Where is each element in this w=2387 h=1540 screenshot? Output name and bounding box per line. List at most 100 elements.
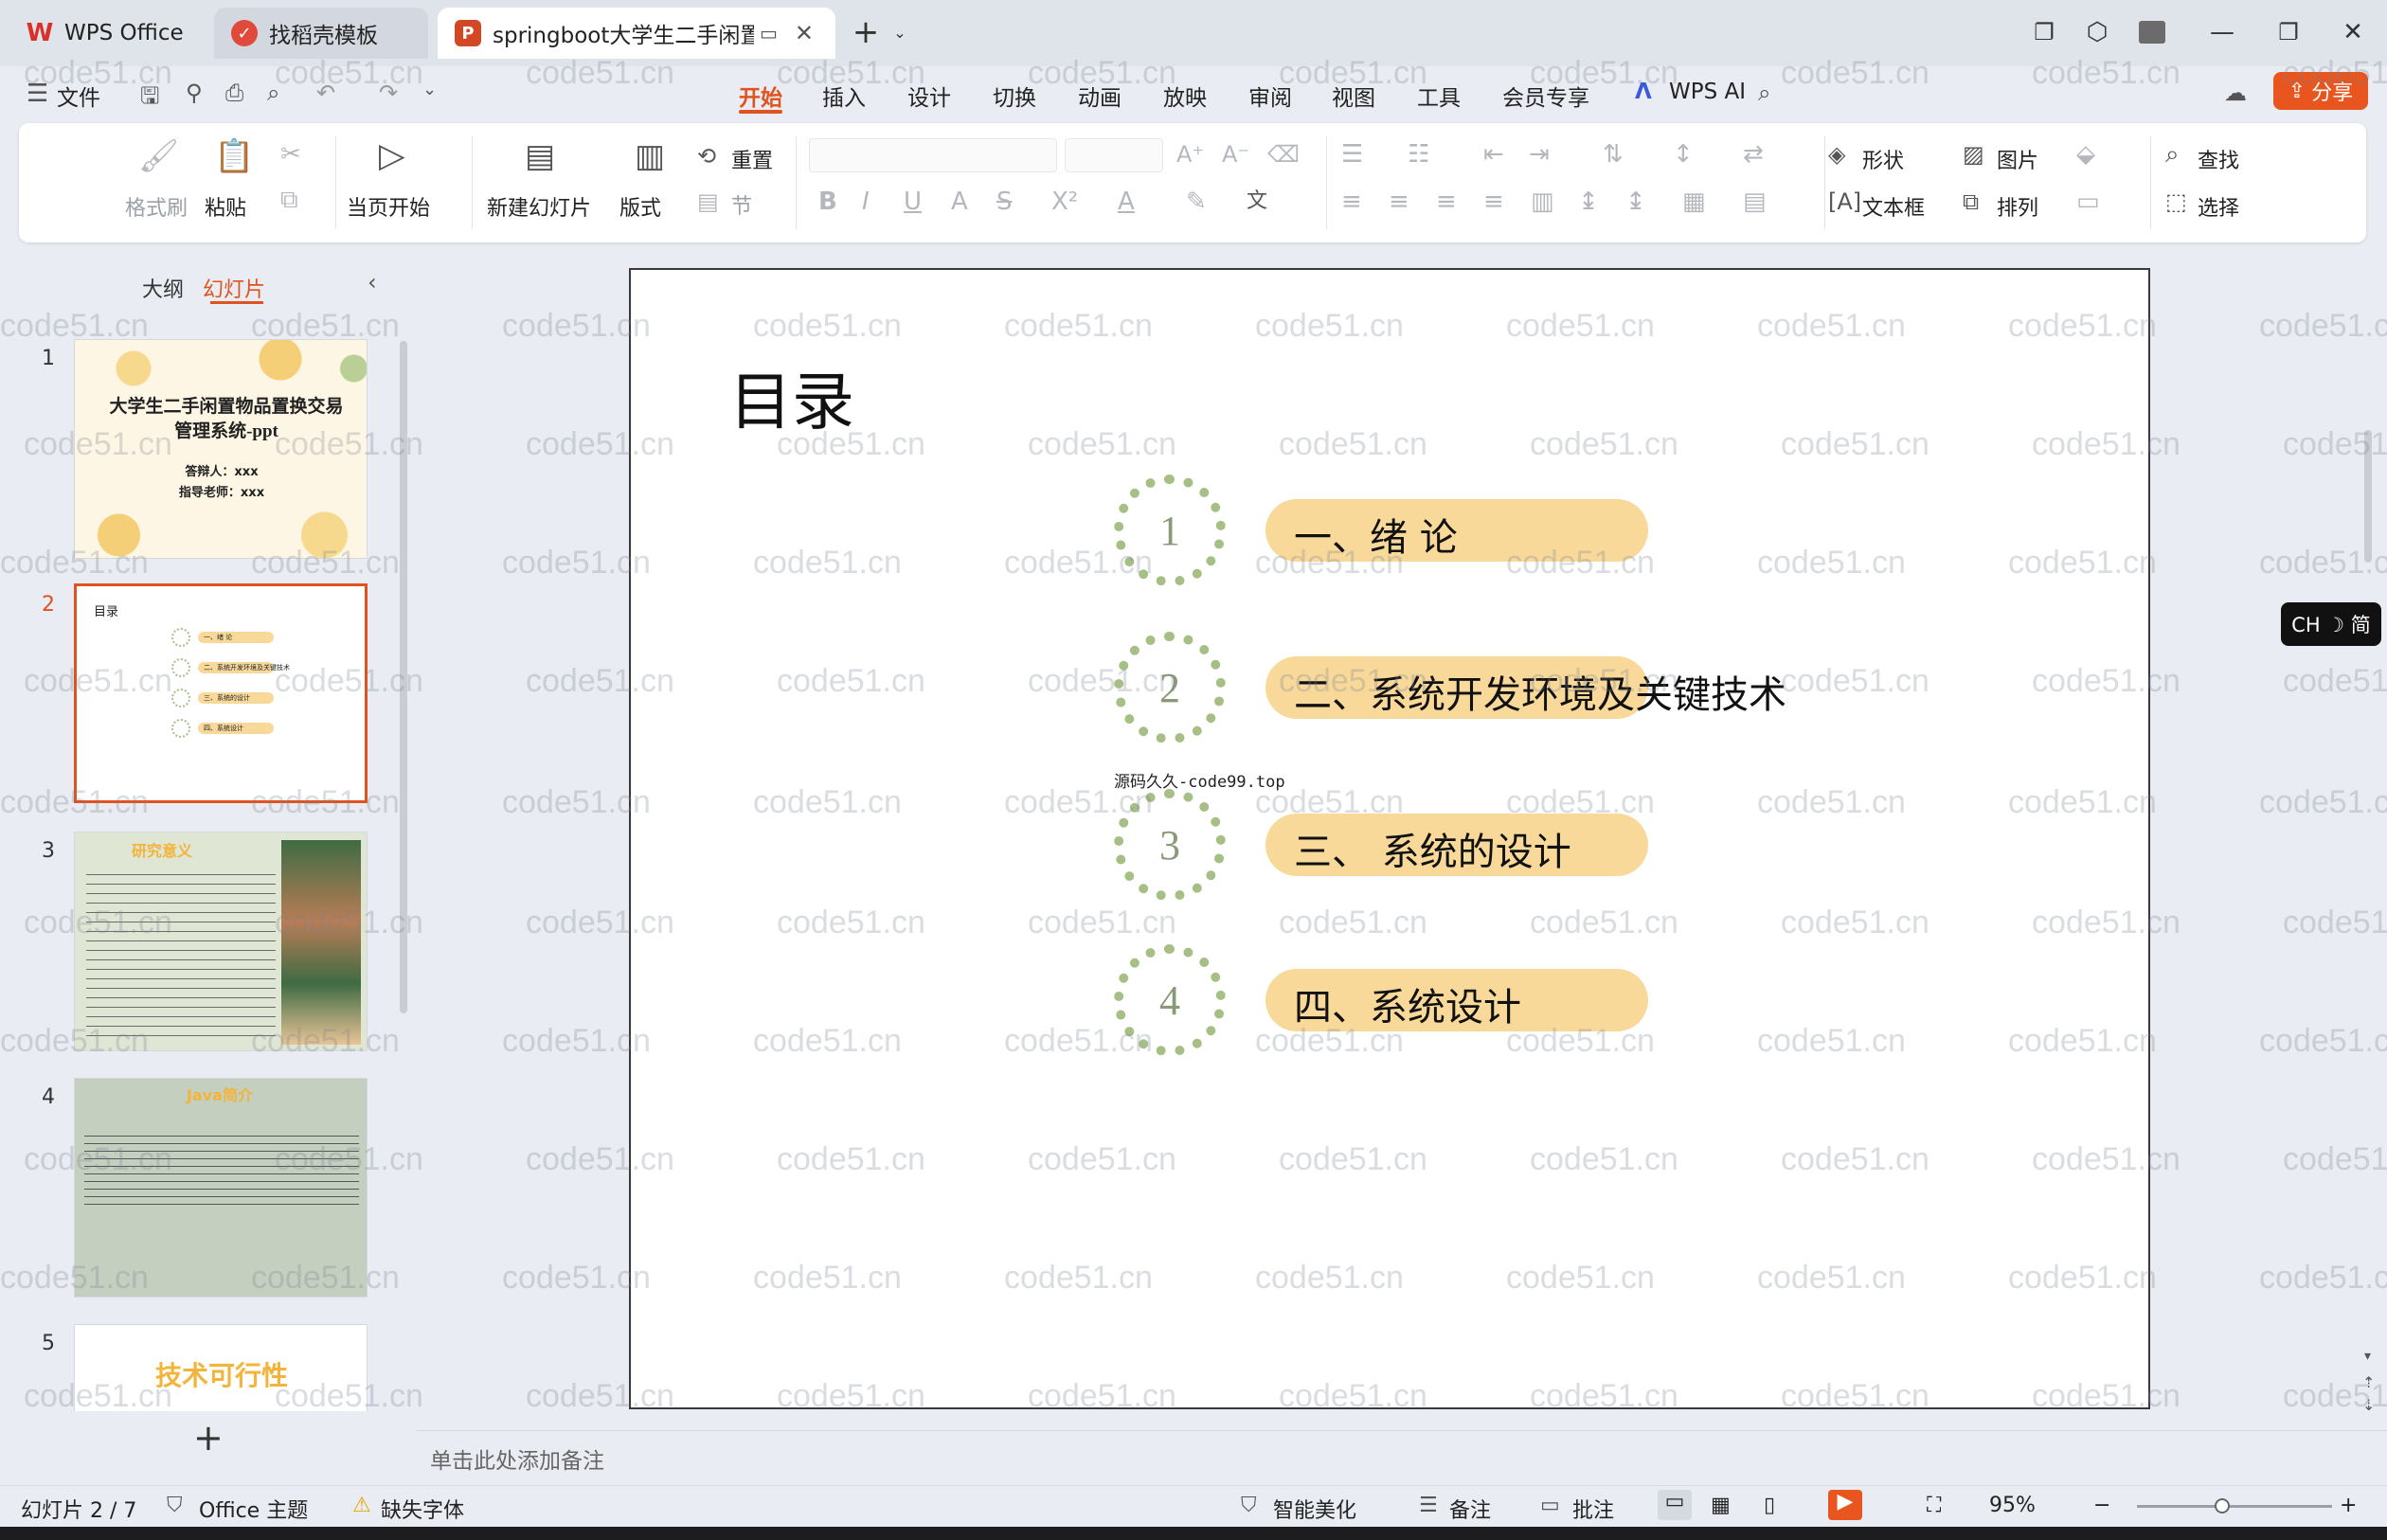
menu-home[interactable]: 开始 bbox=[739, 80, 782, 112]
slide-canvas[interactable]: 目录 1 一、绪 论 2 二、系统开发环境及关键技术 源码久久-code99.t… bbox=[629, 268, 2150, 1409]
chevron-down-icon[interactable]: ⌄ bbox=[422, 80, 437, 99]
clear-format-icon[interactable]: ⌫ bbox=[1267, 140, 1300, 169]
avatar[interactable] bbox=[2133, 13, 2171, 51]
select-button[interactable]: 选择 bbox=[2198, 191, 2239, 222]
print-preview-icon[interactable]: ⌕ bbox=[267, 80, 279, 106]
notes-placeholder[interactable]: 单击此处添加备注 bbox=[430, 1442, 604, 1475]
toc-item-1[interactable]: 一、绪 论 bbox=[1294, 507, 1458, 562]
outdent-icon[interactable]: ⇤ bbox=[1483, 140, 1504, 169]
picture-button[interactable]: 图片 bbox=[1997, 144, 2038, 174]
menu-transition[interactable]: 切换 bbox=[993, 80, 1036, 112]
numbered-list-icon[interactable]: ☷ bbox=[1408, 140, 1429, 169]
zoom-value[interactable]: 95% bbox=[1989, 1494, 2036, 1517]
textbox-button[interactable]: 文本框 bbox=[1862, 191, 1925, 222]
toc-item-4[interactable]: 四、系统设计 bbox=[1294, 976, 1521, 1031]
play-slideshow-icon[interactable]: ▶ bbox=[1828, 1490, 1862, 1520]
page-up-icon[interactable]: ⇡ bbox=[2362, 1373, 2375, 1391]
share-button[interactable]: ⇪ 分享 bbox=[2273, 72, 2368, 110]
tab-outline[interactable]: 大纲 bbox=[142, 273, 184, 303]
find-button[interactable]: 查找 bbox=[2198, 144, 2239, 174]
align-right-icon[interactable]: ≡ bbox=[1436, 188, 1457, 216]
reset-button[interactable]: 重置 bbox=[731, 144, 773, 174]
new-slide-button[interactable]: 新建幻灯片 bbox=[487, 191, 591, 222]
paste-button[interactable]: 粘贴 bbox=[205, 191, 246, 222]
increase-font-icon[interactable]: A⁺ bbox=[1176, 140, 1204, 169]
menu-view[interactable]: 视图 bbox=[1332, 80, 1375, 112]
toc-item-2[interactable]: 二、系统开发环境及关键技术 bbox=[1294, 664, 1786, 719]
cloud-upload-icon[interactable]: ☁ bbox=[2224, 80, 2247, 106]
fit-window-icon[interactable]: ⛶ bbox=[1927, 1494, 1941, 1517]
menu-wps-ai[interactable]: WPS AI bbox=[1669, 80, 1746, 104]
menu-review[interactable]: 审阅 bbox=[1248, 80, 1292, 112]
menu-design[interactable]: 设计 bbox=[907, 80, 951, 112]
share-link-icon[interactable]: ⚲ bbox=[186, 80, 203, 106]
align-center-icon[interactable]: ≡ bbox=[1389, 188, 1409, 216]
normal-view-icon[interactable]: ▭ bbox=[1658, 1490, 1692, 1520]
tab-wps-office[interactable]: W WPS Office bbox=[9, 8, 205, 59]
close-tab-icon[interactable]: ✕ bbox=[795, 20, 814, 46]
print-icon[interactable]: ⎙ bbox=[225, 80, 243, 106]
fill-icon[interactable]: ⬙ bbox=[2076, 140, 2095, 169]
distribute-icon[interactable]: ▥ bbox=[1531, 188, 1554, 216]
text-align-icon[interactable]: ▤ bbox=[1743, 188, 1767, 216]
pinyin-icon[interactable]: 文 bbox=[1247, 188, 1267, 216]
slide-thumbnail-5[interactable]: 技术可行性 bbox=[74, 1324, 368, 1411]
decrease-font-icon[interactable]: A⁻ bbox=[1222, 140, 1249, 169]
arrange-button[interactable]: 排列 bbox=[1997, 191, 2038, 222]
line-spacing-icon[interactable]: ↨ bbox=[1578, 188, 1599, 216]
menu-insert[interactable]: 插入 bbox=[822, 80, 866, 112]
slide-title[interactable]: 目录 bbox=[729, 351, 854, 442]
strikethrough-icon[interactable]: S bbox=[996, 188, 1013, 216]
sort-icon[interactable]: ↕ bbox=[1673, 140, 1694, 169]
slide-sorter-icon[interactable]: ▦ bbox=[1711, 1494, 1731, 1517]
window-layout-icon[interactable]: ❐ bbox=[2025, 13, 2063, 51]
cut-icon[interactable]: ✂ bbox=[280, 140, 301, 169]
from-current-button[interactable]: 当页开始 bbox=[347, 191, 430, 222]
ime-indicator[interactable]: CH ☽ 简 bbox=[2281, 602, 2381, 646]
new-tab-icon[interactable]: + bbox=[847, 13, 885, 51]
zoom-out-icon[interactable]: − bbox=[2093, 1494, 2110, 1517]
theme-label[interactable]: Office 主题 bbox=[199, 1494, 308, 1524]
format-painter-button[interactable]: 格式刷 bbox=[125, 191, 188, 222]
notes-button[interactable]: 备注 bbox=[1449, 1494, 1491, 1524]
cube-icon[interactable]: ⬡ bbox=[2078, 13, 2116, 51]
font-color-icon[interactable]: A bbox=[1118, 188, 1135, 216]
comment-button[interactable]: 批注 bbox=[1572, 1494, 1614, 1524]
collapse-panel-icon[interactable]: ‹ bbox=[368, 269, 377, 295]
minimize-icon[interactable]: — bbox=[2203, 13, 2241, 51]
font-size-select[interactable] bbox=[1065, 138, 1163, 172]
notes-pane[interactable]: 单击此处添加备注 bbox=[417, 1430, 2387, 1485]
panel-scrollbar[interactable] bbox=[400, 341, 407, 1013]
beautify-button[interactable]: 智能美化 bbox=[1273, 1494, 1356, 1524]
undo-icon[interactable]: ↶ bbox=[316, 80, 335, 106]
missing-font-button[interactable]: 缺失字体 bbox=[381, 1494, 464, 1524]
menu-slideshow[interactable]: 放映 bbox=[1163, 80, 1207, 112]
menu-member[interactable]: 会员专享 bbox=[1502, 80, 1589, 112]
bullet-list-icon[interactable]: ☰ bbox=[1341, 140, 1363, 169]
zoom-in-icon[interactable]: + bbox=[2340, 1494, 2357, 1517]
shadow-icon[interactable]: A bbox=[951, 188, 968, 216]
highlight-icon[interactable]: ✎ bbox=[1186, 188, 1207, 216]
justify-icon[interactable]: ≡ bbox=[1483, 188, 1504, 216]
font-family-select[interactable] bbox=[809, 138, 1057, 172]
toc-item-3[interactable]: 三、 系统的设计 bbox=[1294, 821, 1571, 876]
menu-tools[interactable]: 工具 bbox=[1417, 80, 1461, 112]
chevron-down-icon[interactable]: ⌄ bbox=[881, 13, 919, 51]
layout-button[interactable]: 版式 bbox=[619, 191, 661, 222]
indent-icon[interactable]: ⇥ bbox=[1529, 140, 1550, 169]
slide-thumbnail-2[interactable]: 目录 一、绪 论 二、系统开发环境及关键技术 三、系统的设计 四、系统设计 bbox=[74, 583, 368, 803]
save-icon[interactable]: 🖫 bbox=[140, 80, 159, 118]
reading-view-icon[interactable]: ▯ bbox=[1764, 1494, 1775, 1517]
page-down-icon[interactable]: ⇣ bbox=[2362, 1396, 2375, 1414]
menu-animation[interactable]: 动画 bbox=[1078, 80, 1122, 112]
canvas-scrollbar[interactable] bbox=[2364, 430, 2372, 563]
bold-icon[interactable]: B bbox=[818, 188, 837, 216]
outline-icon[interactable]: ▭ bbox=[2076, 188, 2100, 216]
zoom-slider[interactable] bbox=[2137, 1505, 2332, 1508]
italic-icon[interactable]: I bbox=[862, 188, 870, 216]
underline-icon[interactable]: U bbox=[904, 188, 922, 216]
maximize-icon[interactable]: ❐ bbox=[2270, 13, 2307, 51]
copy-icon[interactable]: ⧉ bbox=[280, 186, 298, 214]
tab-docer[interactable]: ✓ 找稻壳模板 bbox=[214, 8, 428, 59]
slide-thumbnail-3[interactable]: 研究意义 bbox=[74, 832, 368, 1051]
